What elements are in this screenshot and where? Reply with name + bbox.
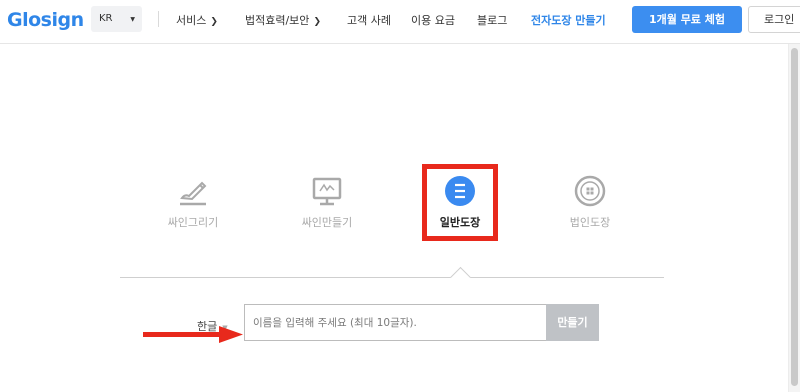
chevron-down-icon: ❯ — [313, 17, 321, 27]
nav-item-label: 블로그 — [477, 14, 508, 27]
tab-draw-signature[interactable]: 싸인그리기 — [138, 174, 248, 230]
glosign-logo[interactable]: Glosign — [7, 9, 84, 31]
tab-label: 법인도장 — [569, 216, 611, 229]
monitor-sign-icon — [312, 177, 342, 206]
pen-draw-icon — [180, 181, 207, 206]
nav-item-label: 전자도장 만들기 — [531, 14, 606, 27]
tab-corporate-seal[interactable]: 법인도장 — [535, 174, 645, 230]
tab-label: 싸인만들기 — [301, 216, 353, 229]
nav-item-label: 법적효력/보안 — [245, 14, 310, 27]
annotation-highlight-box — [422, 164, 498, 241]
tab-label: 싸인그리기 — [167, 216, 219, 229]
language-selector[interactable]: KR ▼ — [91, 6, 142, 32]
tab-make-signature[interactable]: 싸인만들기 — [272, 174, 382, 230]
tab-divider — [120, 277, 664, 278]
nav-item-customer-cases[interactable]: 고객 사례 — [347, 12, 391, 28]
active-tab-indicator — [450, 266, 472, 278]
caret-down-icon: ▼ — [130, 16, 135, 23]
free-trial-button[interactable]: 1개월 무료 체험 — [632, 6, 742, 33]
top-navigation-bar: Glosign KR ▼ 서비스 ❯ 법적효력/보안 ❯ 고객 사례 이용 요금 블… — [0, 0, 800, 44]
header-divider — [158, 11, 159, 27]
make-stamp-button[interactable]: 만들기 — [546, 304, 599, 341]
nav-item-services[interactable]: 서비스 ❯ — [176, 12, 218, 28]
name-input[interactable] — [244, 304, 547, 341]
nav-item-legal-security[interactable]: 법적효력/보안 ❯ — [245, 12, 321, 28]
nav-item-label: 서비스 — [176, 14, 207, 27]
nav-item-label: 이용 요금 — [411, 14, 455, 27]
nav-item-blog[interactable]: 블로그 — [477, 12, 507, 28]
language-selector-value: KR — [99, 13, 113, 24]
nav-item-make-stamp[interactable]: 전자도장 만들기 — [531, 12, 606, 28]
annotation-arrow-icon — [143, 326, 243, 343]
login-button[interactable]: 로그인 — [748, 6, 800, 33]
corporate-seal-icon — [574, 175, 606, 207]
scrollbar-thumb[interactable] — [791, 48, 798, 386]
nav-item-pricing[interactable]: 이용 요금 — [411, 12, 455, 28]
nav-item-label: 고객 사례 — [347, 14, 391, 27]
vertical-scrollbar[interactable] — [788, 44, 800, 392]
chevron-down-icon: ❯ — [210, 17, 218, 27]
